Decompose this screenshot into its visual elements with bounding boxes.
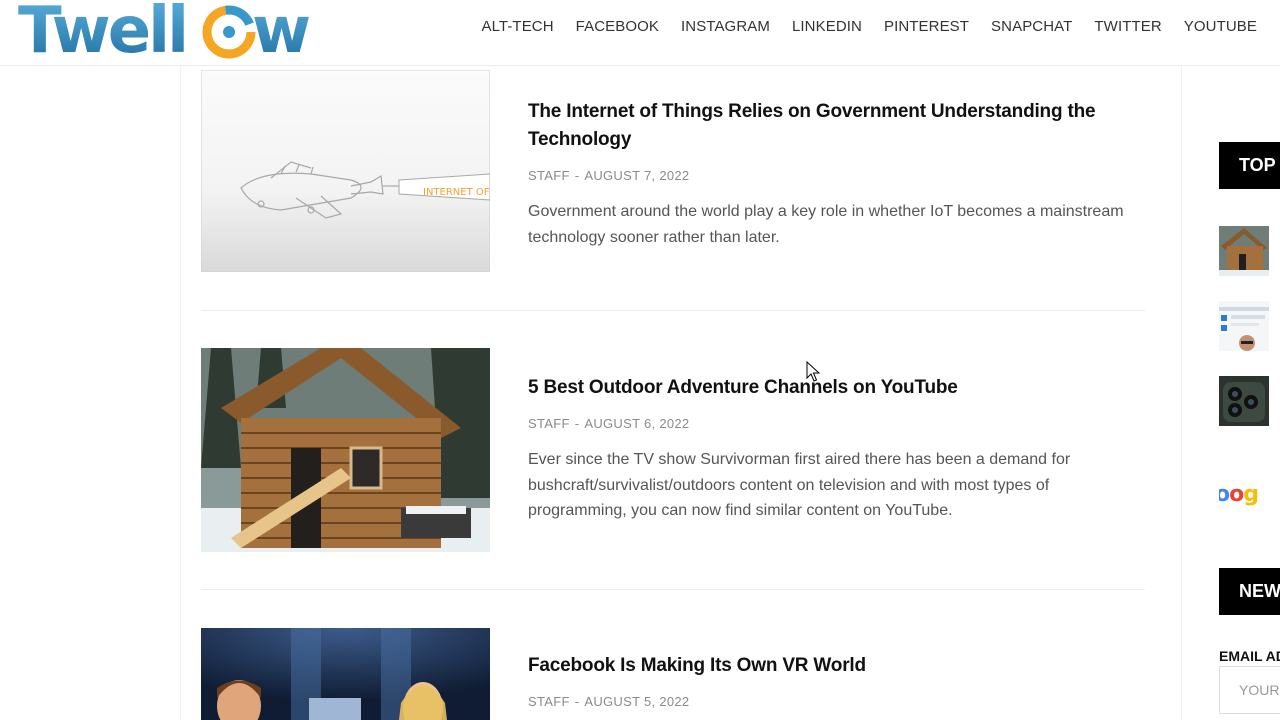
sidebar-post-thumb-google[interactable]: oog <box>1219 471 1269 511</box>
newsletter-heading: NEWS <box>1219 568 1280 615</box>
post-body: 5 Best Outdoor Adventure Channels on You… <box>528 374 1145 524</box>
google-logo-thumb-image: oog <box>1219 471 1269 511</box>
post-item: Facebook Is Making Its Own VR World STAF… <box>201 628 1145 720</box>
post-thumbnail-vr[interactable] <box>201 628 490 720</box>
post-divider <box>201 310 1145 311</box>
post-excerpt: Ever since the TV show Survivorman first… <box>528 451 1071 519</box>
post-meta: STAFF - AUGUST 5, 2022 <box>528 694 1145 709</box>
email-label: EMAIL AD <box>1219 648 1280 664</box>
post-item: INTERNET OF TH The Internet of Things Re… <box>201 70 1145 310</box>
svg-text:Twell: Twell <box>18 0 186 68</box>
sidebar: TOP oog NEW EMAIL AD YOUR <box>1219 66 1280 720</box>
mouse-cursor-icon <box>806 361 820 382</box>
meta-separator: - <box>574 416 580 431</box>
site-header: Twell w ALT-TECH FACEBOOK INSTAGRAM LINK… <box>0 0 1280 68</box>
phone-camera-thumb-image <box>1219 376 1269 426</box>
post-list: INTERNET OF TH The Internet of Things Re… <box>180 66 1182 720</box>
nav-item-instagram[interactable]: INSTAGRAM <box>670 18 781 35</box>
screenshot-thumb-image <box>1219 301 1269 351</box>
post-divider <box>201 589 1145 590</box>
post-excerpt: Government around the world play a key r… <box>528 203 1124 246</box>
nav-item-youtube[interactable]: YOUTUBE <box>1173 18 1268 35</box>
post-thumbnail-cabin[interactable] <box>201 348 490 552</box>
nav-item-alt-tech[interactable]: ALT-TECH <box>470 18 564 35</box>
sidebar-post-thumb-screenshot[interactable] <box>1219 301 1269 351</box>
nav-item-facebook[interactable]: FACEBOOK <box>565 18 670 35</box>
post-item: 5 Best Outdoor Adventure Channels on You… <box>201 348 1145 590</box>
post-title[interactable]: Facebook Is Making Its Own VR World <box>528 652 1145 680</box>
nav-item-snapchat[interactable]: SNAPCHAT <box>980 18 1083 35</box>
sidebar-post-thumb-phone[interactable] <box>1219 376 1269 426</box>
post-author[interactable]: STAFF <box>528 694 570 709</box>
post-thumbnail-iot[interactable]: INTERNET OF TH <box>201 70 490 272</box>
nav-item-linkedin[interactable]: LINKEDIN <box>781 18 873 35</box>
vr-avatars-image <box>201 628 490 720</box>
post-meta: STAFF - AUGUST 7, 2022 <box>528 168 1145 183</box>
log-cabin-image <box>201 348 490 552</box>
cabin-thumb-image <box>1219 226 1269 276</box>
post-body: The Internet of Things Relies on Governm… <box>528 98 1145 250</box>
email-input[interactable] <box>1219 666 1280 714</box>
twellow-logo-icon: Twell w <box>18 0 312 68</box>
sidebar-post-thumb-cabin[interactable] <box>1219 226 1269 276</box>
post-author[interactable]: STAFF <box>528 168 570 183</box>
post-title[interactable]: 5 Best Outdoor Adventure Channels on You… <box>528 374 1145 402</box>
post-author[interactable]: STAFF <box>528 416 570 431</box>
site-logo[interactable]: Twell w <box>18 0 323 68</box>
meta-separator: - <box>574 168 580 183</box>
post-date: AUGUST 7, 2022 <box>584 168 690 183</box>
top-posts-heading: TOP <box>1219 142 1280 189</box>
banner-text: INTERNET OF TH <box>423 187 490 198</box>
nav-item-twitter[interactable]: TWITTER <box>1083 18 1172 35</box>
svg-text:oog: oog <box>1219 482 1258 507</box>
nav-item-pinterest[interactable]: PINTEREST <box>873 18 980 35</box>
airplane-banner-image: INTERNET OF TH <box>201 70 490 272</box>
post-date: AUGUST 5, 2022 <box>584 694 690 709</box>
post-date: AUGUST 6, 2022 <box>584 416 690 431</box>
post-body: Facebook Is Making Its Own VR World STAF… <box>528 652 1145 709</box>
post-title[interactable]: The Internet of Things Relies on Governm… <box>528 98 1145 154</box>
post-meta: STAFF - AUGUST 6, 2022 <box>528 416 1145 431</box>
svg-text:w: w <box>252 0 309 68</box>
meta-separator: - <box>574 694 580 709</box>
main-nav: ALT-TECH FACEBOOK INSTAGRAM LINKEDIN PIN… <box>470 0 1268 52</box>
